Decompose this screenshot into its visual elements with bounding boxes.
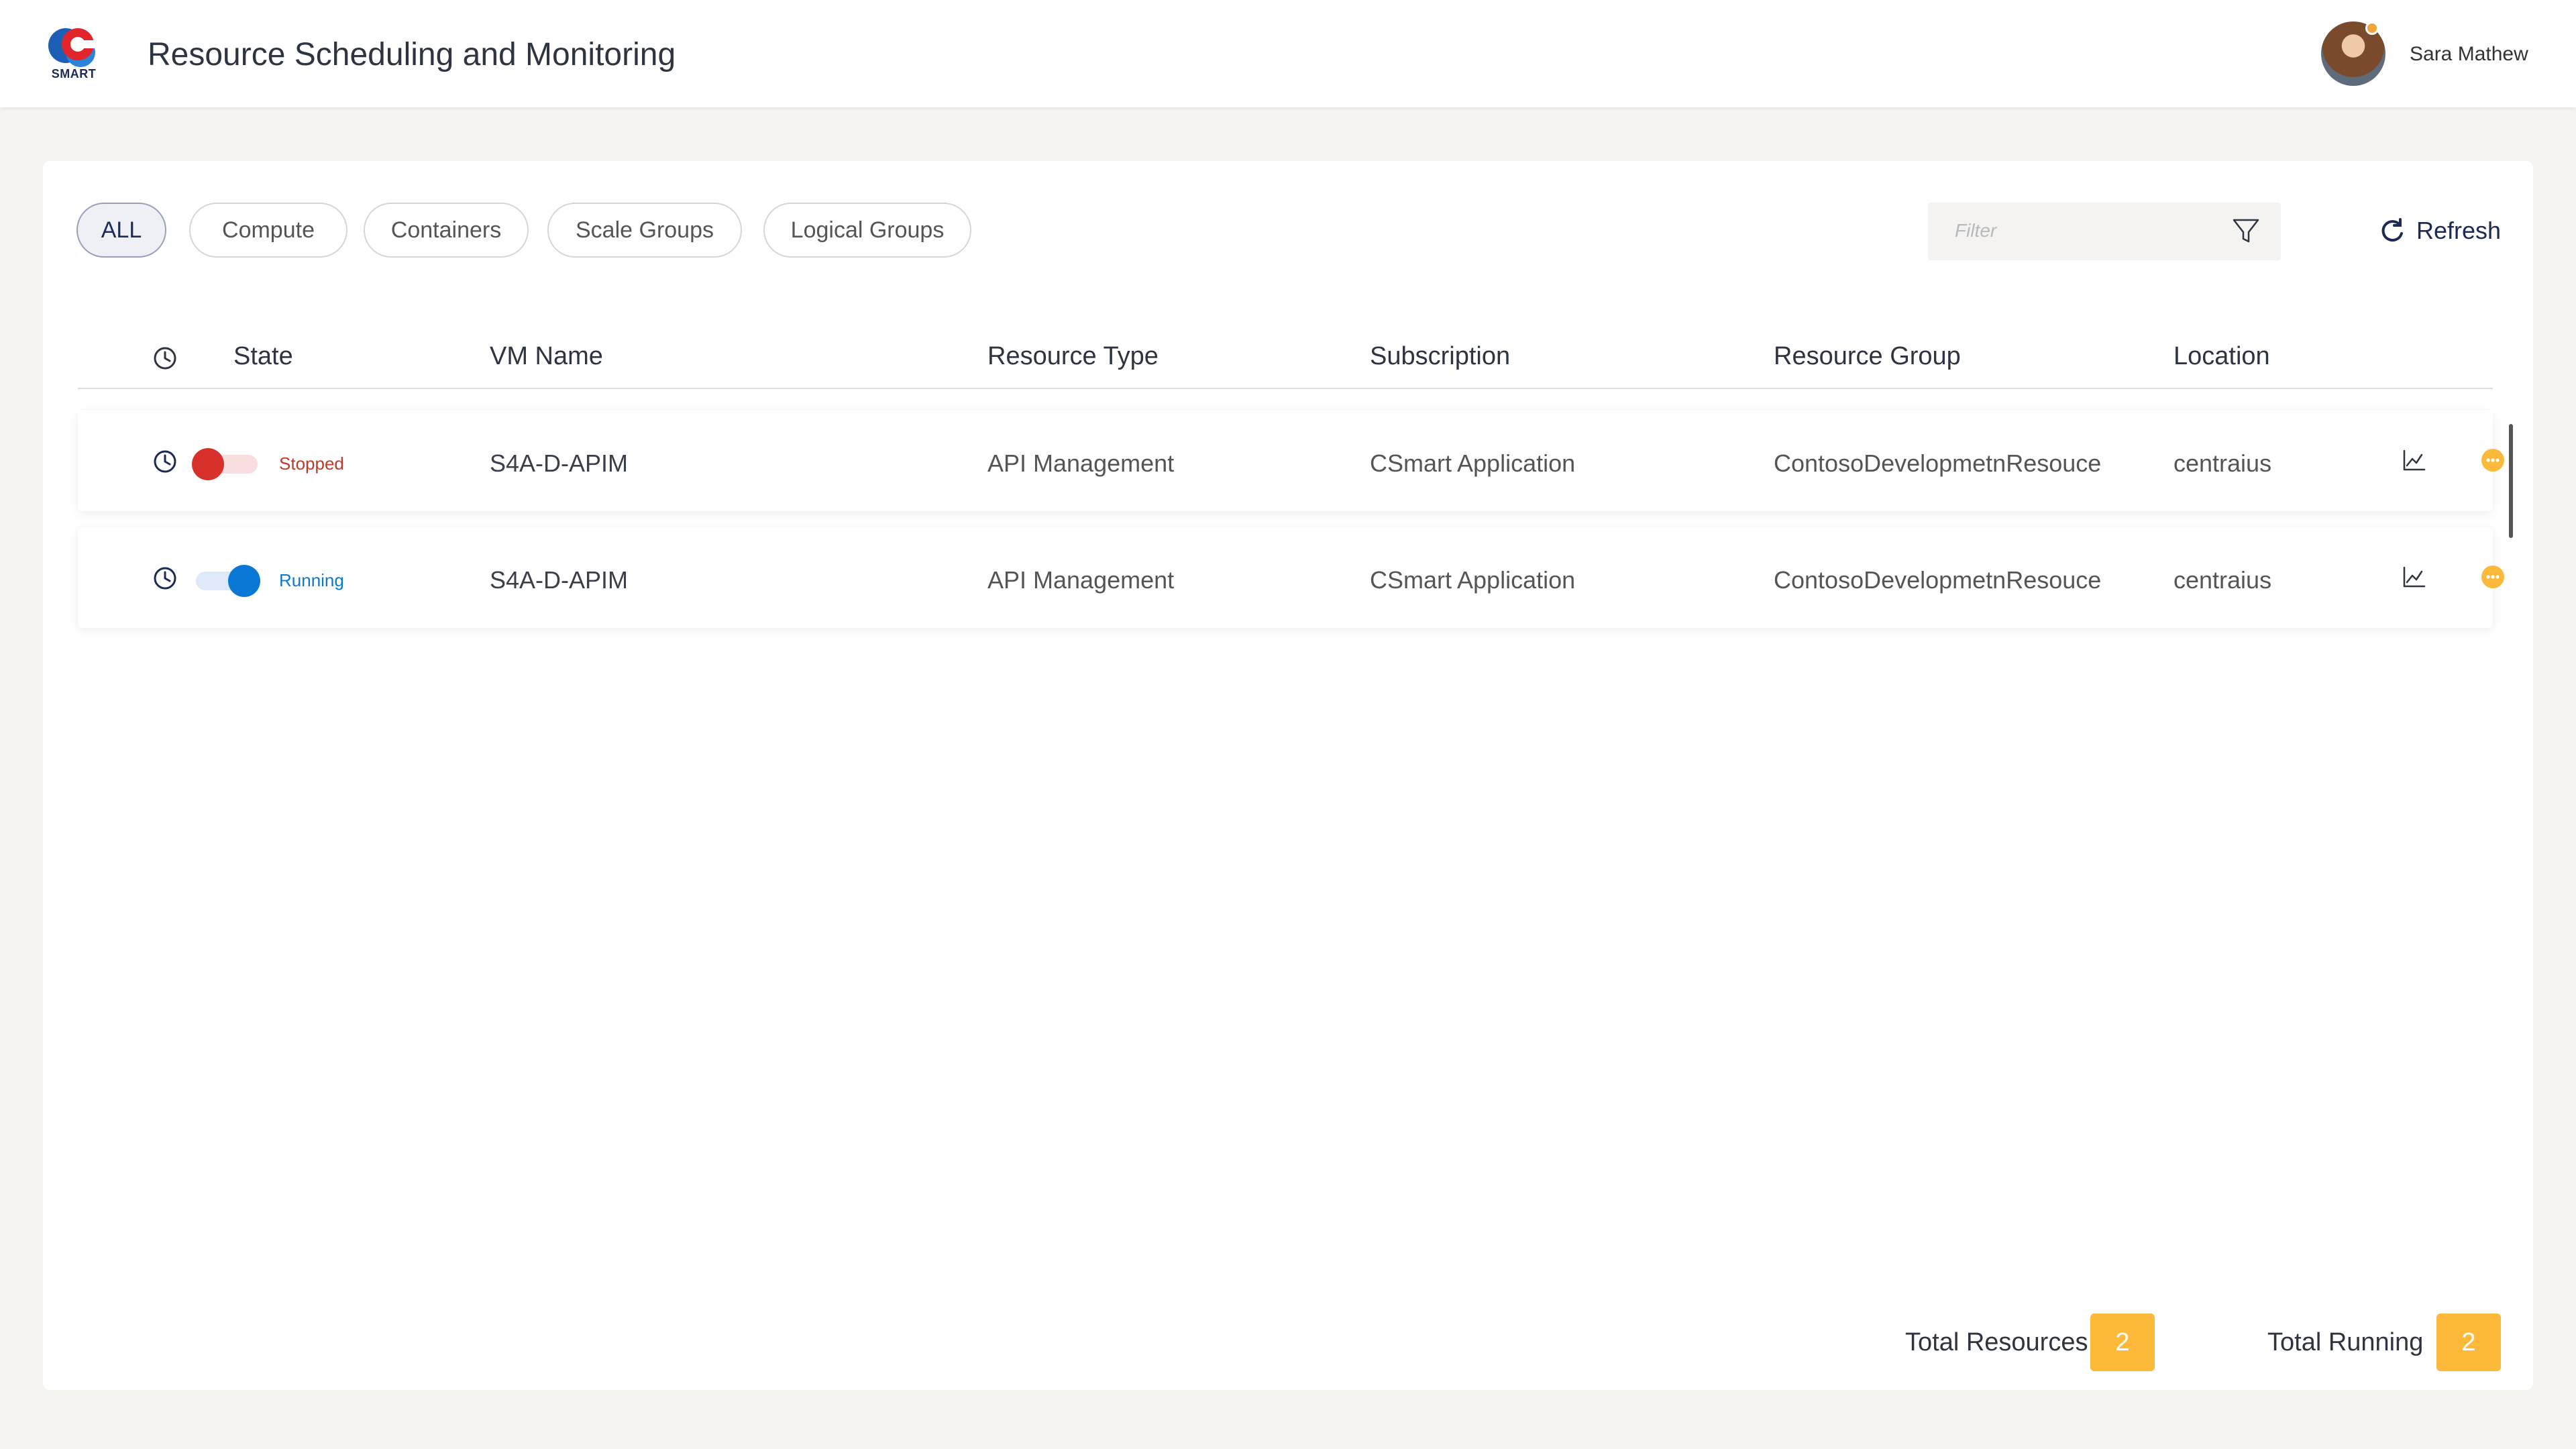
metrics-chart-icon[interactable] <box>2400 564 2427 590</box>
total-running-badge: 2 <box>2436 1313 2501 1371</box>
resource-type: API Management <box>987 449 1175 477</box>
header-resource-group[interactable]: Resource Group <box>1774 342 1961 371</box>
filter-placeholder: Filter <box>1955 220 1997 241</box>
header-subscription[interactable]: Subscription <box>1370 342 1510 371</box>
toggle-knob <box>192 448 224 480</box>
header-location[interactable]: Location <box>2174 342 2270 371</box>
filter-input[interactable]: Filter <box>1928 203 2281 260</box>
total-running-label: Total Running <box>2267 1328 2424 1356</box>
user-name[interactable]: Sara Mathew <box>2410 43 2528 66</box>
tab-logical-groups[interactable]: Logical Groups <box>763 203 971 258</box>
table-row[interactable]: Running S4A-D-APIM API Management CSmart… <box>78 527 2504 628</box>
filter-icon[interactable] <box>2230 215 2262 247</box>
table-row[interactable]: Stopped S4A-D-APIM API Management CSmart… <box>78 411 2504 511</box>
refresh-button[interactable]: Refresh <box>2377 212 2501 250</box>
refresh-label: Refresh <box>2416 217 2502 244</box>
header-state[interactable]: State <box>233 342 293 371</box>
schedule-clock-icon[interactable] <box>152 448 178 475</box>
subscription: CSmart Application <box>1370 566 1576 594</box>
header-resource-type[interactable]: Resource Type <box>987 342 1159 371</box>
more-options-icon[interactable] <box>2479 564 2506 590</box>
toggle-knob <box>228 565 260 597</box>
presence-dot <box>2365 21 2379 35</box>
location: centraius <box>2174 449 2272 477</box>
resources-card: ALL Compute Containers Scale Groups Logi… <box>43 161 2533 1390</box>
table-scrollbar[interactable] <box>2509 424 2513 538</box>
more-options-icon[interactable] <box>2479 447 2506 474</box>
refresh-icon <box>2381 218 2403 242</box>
state-toggle[interactable] <box>192 448 260 480</box>
tab-compute[interactable]: Compute <box>189 203 347 258</box>
subscription: CSmart Application <box>1370 449 1576 477</box>
status-label: Running <box>279 570 344 590</box>
clock-icon <box>154 347 176 370</box>
page-title: Resource Scheduling and Monitoring <box>148 37 676 72</box>
vm-name: S4A-D-APIM <box>490 449 629 477</box>
resource-group: ContosoDevelopmetnResouce <box>1774 449 2102 477</box>
location: centraius <box>2174 566 2272 594</box>
total-resources-badge: 2 <box>2090 1313 2155 1371</box>
tab-containers[interactable]: Containers <box>364 203 529 258</box>
top-bar: SMART Resource Scheduling and Monitoring… <box>0 0 2576 107</box>
total-resources-label: Total Resources <box>1905 1328 2088 1356</box>
vm-name: S4A-D-APIM <box>490 566 629 594</box>
tab-all[interactable]: ALL <box>76 203 166 258</box>
logo-text: SMART <box>51 67 97 80</box>
metrics-chart-icon[interactable] <box>2400 447 2427 474</box>
table-header: State VM Name Resource Type Subscription… <box>78 329 2493 389</box>
status-label: Stopped <box>279 453 344 474</box>
schedule-clock-icon[interactable] <box>152 565 178 592</box>
tab-scale-groups[interactable]: Scale Groups <box>547 203 742 258</box>
resource-group: ContosoDevelopmetnResouce <box>1774 566 2102 594</box>
resource-type: API Management <box>987 566 1175 594</box>
header-vm-name[interactable]: VM Name <box>490 342 603 371</box>
state-toggle[interactable] <box>192 565 260 597</box>
